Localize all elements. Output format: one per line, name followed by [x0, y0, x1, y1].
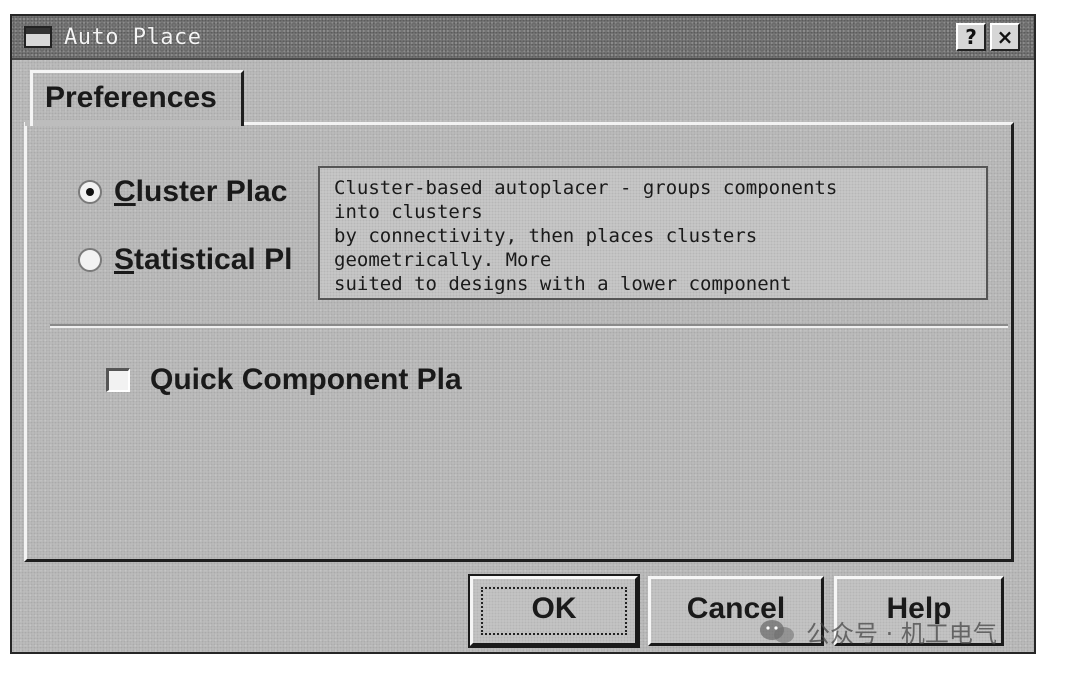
window-icon	[24, 26, 52, 48]
close-button[interactable]: ×	[990, 23, 1020, 51]
auto-place-dialog: Auto Place ? × Preferences Cluster Plac …	[10, 14, 1036, 654]
cluster-tooltip: Cluster-based autoplacer - groups compon…	[318, 166, 988, 300]
tooltip-line: by connectivity, then places clusters	[334, 225, 758, 247]
cluster-placer-accel: C	[114, 175, 136, 208]
tab-preferences[interactable]: Preferences	[30, 70, 244, 126]
wechat-icon	[760, 620, 794, 643]
tooltip-line: into clusters	[334, 201, 483, 223]
statistical-placer-option[interactable]: Statistical Pl	[78, 240, 300, 280]
quick-component-checkbox[interactable]	[106, 368, 130, 392]
tooltip-line: geometrically. More	[334, 249, 552, 271]
statistical-placer-accel: S	[114, 243, 135, 276]
page: Auto Place ? × Preferences Cluster Plac …	[0, 0, 1080, 673]
tooltip-line: suited to designs with a lower component	[334, 273, 792, 295]
cluster-placer-rest: luster Plac	[135, 175, 288, 208]
group-divider	[50, 324, 1008, 328]
title-bar[interactable]: Auto Place ? ×	[12, 16, 1034, 60]
quick-component-label: Quick Component Pla	[150, 363, 462, 396]
cluster-placer-label: Cluster Plac	[114, 172, 287, 212]
cluster-placer-radio[interactable]	[78, 180, 102, 204]
statistical-placer-radio[interactable]	[78, 248, 102, 272]
tab-preferences-label: Preferences	[45, 81, 217, 114]
ok-focus-ring	[481, 587, 627, 635]
title-help-button[interactable]: ?	[956, 23, 986, 51]
statistical-placer-label: Statistical Pl	[114, 240, 292, 280]
ok-button[interactable]: OK	[468, 574, 640, 648]
statistical-placer-rest: tatistical Pl	[134, 243, 293, 276]
watermark: 公众号 · 机工电气	[758, 612, 1058, 652]
quick-component-option[interactable]: Quick Component Pla	[106, 360, 478, 400]
cluster-placer-option[interactable]: Cluster Plac	[78, 172, 300, 212]
window-title: Auto Place	[64, 25, 202, 50]
tooltip-line: Cluster-based autoplacer - groups compon…	[334, 177, 838, 199]
watermark-text: 公众号 · 机工电气	[806, 620, 997, 648]
